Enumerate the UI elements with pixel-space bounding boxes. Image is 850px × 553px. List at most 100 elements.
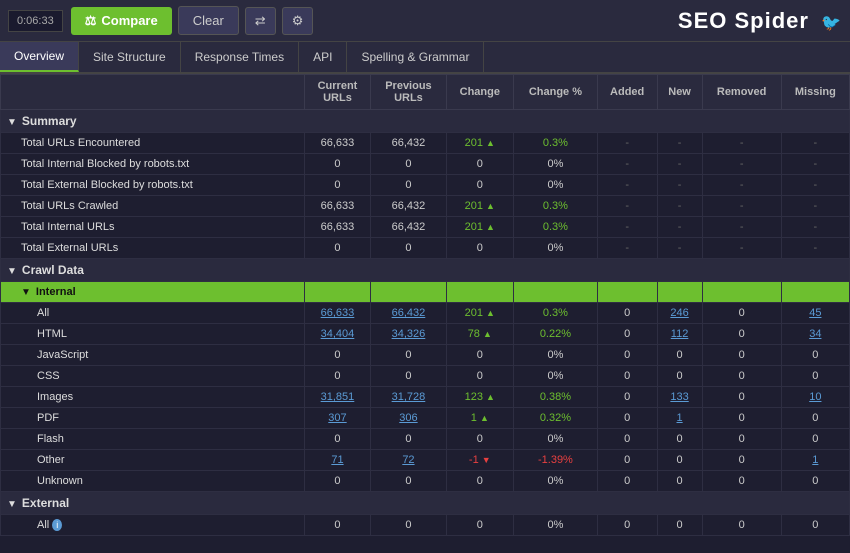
current-val: 66,633 (304, 196, 371, 217)
new-val: - (657, 217, 702, 238)
table-row: Total Internal URLs66,63366,432201 ▲0.3%… (1, 217, 850, 238)
toolbar: 0:06:33 ⚖ Compare Clear ⇄ ⚙ SEO Spider 🐦 (0, 0, 850, 42)
current-val: 0 (304, 154, 371, 175)
missing-val: 0 (781, 429, 849, 450)
row-label: Total Internal Blocked by robots.txt (1, 154, 305, 175)
table-row: Total URLs Encountered66,63366,432201 ▲0… (1, 133, 850, 154)
previous-val[interactable]: 66,432 (371, 303, 446, 324)
previous-val[interactable]: 31,728 (371, 387, 446, 408)
section-header-crawl-data[interactable]: ▼Crawl Data (1, 259, 850, 282)
change-val: 0 (446, 366, 513, 387)
new-val: - (657, 133, 702, 154)
current-val[interactable]: 34,404 (304, 324, 371, 345)
missing-val: 0 (781, 471, 849, 492)
added-val: - (597, 217, 657, 238)
current-val: 0 (304, 345, 371, 366)
tab-response-times[interactable]: Response Times (181, 42, 299, 72)
missing-val[interactable]: 10 (781, 387, 849, 408)
toggle-internal[interactable]: ▼ (21, 287, 31, 298)
change-val: 0 (446, 154, 513, 175)
missing-val: - (781, 238, 849, 259)
new-val[interactable]: 112 (657, 324, 702, 345)
missing-val: 0 (781, 366, 849, 387)
added-val: - (597, 154, 657, 175)
current-val[interactable]: 66,633 (304, 303, 371, 324)
new-val: 0 (657, 429, 702, 450)
current-val[interactable]: 307 (304, 408, 371, 429)
col-header-change-pct: Change % (514, 75, 598, 110)
current-val: 0 (304, 238, 371, 259)
missing-val[interactable]: 45 (781, 303, 849, 324)
missing-val: 0 (781, 408, 849, 429)
added-val: 0 (597, 345, 657, 366)
col-header-name (1, 75, 305, 110)
pct-val: 0.3% (514, 217, 598, 238)
toggle-crawl-data[interactable]: ▼ (7, 266, 17, 277)
compare-button[interactable]: ⚖ Compare (71, 7, 172, 35)
change-val: 201 ▲ (446, 217, 513, 238)
removed-val: 0 (702, 345, 781, 366)
missing-val: - (781, 175, 849, 196)
added-val: 0 (597, 408, 657, 429)
removed-val: 0 (702, 515, 781, 536)
missing-val[interactable]: 1 (781, 450, 849, 471)
col-header-previous: PreviousURLs (371, 75, 446, 110)
table-row: Flash0000%0000 (1, 429, 850, 450)
removed-val: - (702, 238, 781, 259)
previous-val[interactable]: 306 (371, 408, 446, 429)
pct-val: 0% (514, 154, 598, 175)
previous-val: 0 (371, 366, 446, 387)
row-label: Total External Blocked by robots.txt (1, 175, 305, 196)
row-label: All (1, 303, 305, 324)
tab-overview[interactable]: Overview (0, 42, 79, 72)
added-val: 0 (597, 303, 657, 324)
col-header-removed: Removed (702, 75, 781, 110)
info-icon[interactable]: i (52, 519, 62, 531)
row-label: Total URLs Encountered (1, 133, 305, 154)
previous-val[interactable]: 34,326 (371, 324, 446, 345)
removed-val: - (702, 196, 781, 217)
section-header-summary[interactable]: ▼Summary (1, 110, 850, 133)
section-header-external[interactable]: ▼External (1, 492, 850, 515)
tab-spelling[interactable]: Spelling & Grammar (347, 42, 484, 72)
tab-site-structure[interactable]: Site Structure (79, 42, 181, 72)
change-val: 0 (446, 238, 513, 259)
twitter-icon: 🐦 (821, 15, 842, 32)
new-val: - (657, 238, 702, 259)
toggle-summary[interactable]: ▼ (7, 117, 17, 128)
new-val[interactable]: 1 (657, 408, 702, 429)
added-val: - (597, 238, 657, 259)
current-val[interactable]: 31,851 (304, 387, 371, 408)
new-val[interactable]: 246 (657, 303, 702, 324)
table-row: CSS0000%0000 (1, 366, 850, 387)
table-row: Total Internal Blocked by robots.txt0000… (1, 154, 850, 175)
pct-val: -1.39% (514, 450, 598, 471)
settings-button[interactable]: ⚙ (282, 7, 314, 35)
pct-val: 0% (514, 471, 598, 492)
change-val: 0 (446, 471, 513, 492)
current-val: 66,633 (304, 217, 371, 238)
row-label: All i (1, 515, 305, 536)
current-val[interactable]: 71 (304, 450, 371, 471)
previous-val[interactable]: 72 (371, 450, 446, 471)
subsection-header-internal[interactable]: ▼Internal (1, 282, 850, 303)
tab-api[interactable]: API (299, 42, 347, 72)
missing-val: - (781, 217, 849, 238)
col-header-change: Change (446, 75, 513, 110)
previous-val: 0 (371, 429, 446, 450)
removed-val: 0 (702, 324, 781, 345)
toggle-external[interactable]: ▼ (7, 499, 17, 510)
clear-button[interactable]: Clear (178, 6, 239, 35)
change-val: 0 (446, 515, 513, 536)
new-val[interactable]: 133 (657, 387, 702, 408)
row-label: CSS (1, 366, 305, 387)
table-row: Total External Blocked by robots.txt0000… (1, 175, 850, 196)
table-row: Total External URLs0000%---- (1, 238, 850, 259)
swap-button[interactable]: ⇄ (245, 7, 276, 35)
pct-val: 0% (514, 345, 598, 366)
app-logo: SEO Spider 🐦 (678, 8, 842, 34)
change-val: 0 (446, 175, 513, 196)
missing-val[interactable]: 34 (781, 324, 849, 345)
table-row: JavaScript0000%0000 (1, 345, 850, 366)
change-val: 201 ▲ (446, 133, 513, 154)
